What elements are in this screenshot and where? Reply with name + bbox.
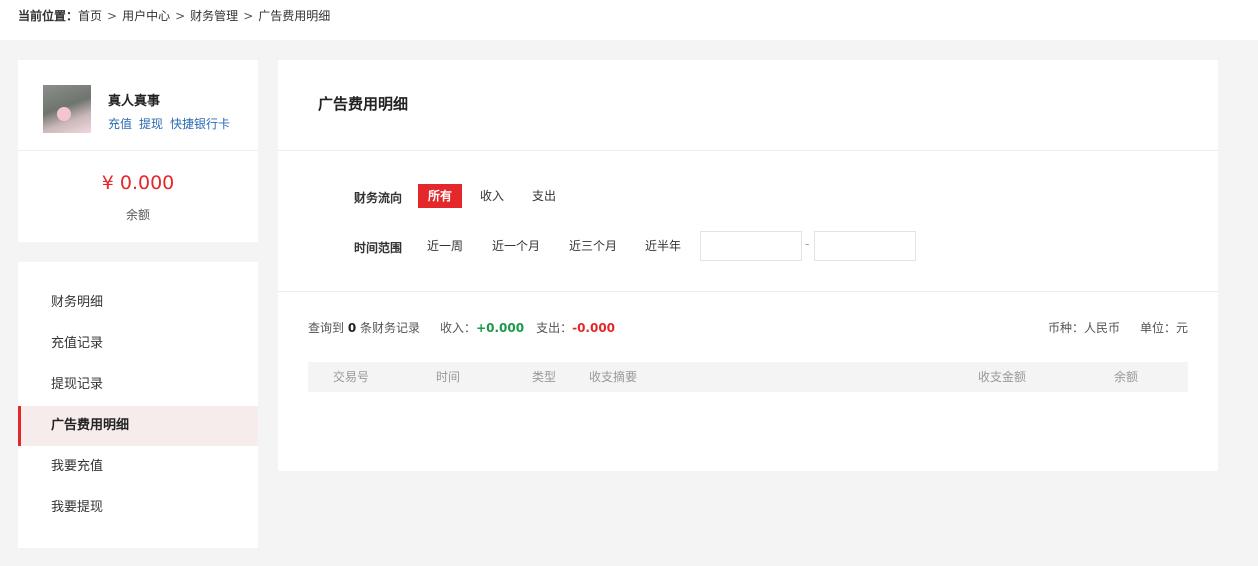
breadcrumb-separator: > bbox=[107, 9, 118, 23]
breadcrumb: 当前位置：首页 > 用户中心 > 财务管理 > 广告费用明细 bbox=[18, 7, 330, 24]
currency-label: 币种：人民币 bbox=[1047, 321, 1120, 335]
column-header-amount: 收支金额 bbox=[978, 370, 1027, 384]
balance-label: 余额 bbox=[125, 208, 150, 222]
summary-prefix: 查询到 bbox=[308, 321, 345, 335]
start-date-input[interactable] bbox=[700, 231, 802, 261]
divider bbox=[18, 150, 258, 151]
avatar[interactable] bbox=[43, 85, 91, 133]
sidebar-item-ad-fee-details[interactable]: 广告费用明细 bbox=[18, 406, 258, 446]
divider bbox=[278, 291, 1218, 292]
time-option-week[interactable]: 近一周 bbox=[421, 234, 469, 258]
sidebar-menu: 财务明细 充值记录 提现记录 广告费用明细 我要充值 我要提现 bbox=[18, 262, 258, 548]
income-label: 收入： bbox=[440, 321, 477, 335]
username: 真人真事 bbox=[108, 94, 161, 109]
column-header-balance: 余额 bbox=[1114, 370, 1139, 384]
records-summary: 查询到 0 条财务记录 收入：+0.000 支出：-0.000 bbox=[308, 319, 615, 336]
record-count: 0 bbox=[347, 321, 357, 335]
time-option-three-months[interactable]: 近三个月 bbox=[563, 234, 623, 258]
top-bar: 当前位置：首页 > 用户中心 > 财务管理 > 广告费用明细 bbox=[0, 0, 1258, 40]
breadcrumb-home[interactable]: 首页 bbox=[78, 9, 102, 23]
time-filter-label: 时间范围 bbox=[354, 241, 403, 255]
income-total: +0.000 bbox=[476, 321, 525, 335]
expense-total: -0.000 bbox=[572, 321, 616, 335]
unit-label: 单位：元 bbox=[1139, 321, 1188, 335]
currency-info: 币种：人民币 单位：元 bbox=[1048, 319, 1188, 336]
table-header: 交易号 时间 类型 收支摘要 收支金额 余额 bbox=[308, 362, 1188, 392]
breadcrumb-finance[interactable]: 财务管理 bbox=[190, 9, 238, 23]
breadcrumb-label: 当前位置： bbox=[18, 9, 79, 23]
flow-option-income[interactable]: 收入 bbox=[474, 184, 510, 208]
flow-option-all[interactable]: 所有 bbox=[418, 184, 462, 208]
column-header-type: 类型 bbox=[532, 370, 557, 384]
breadcrumb-separator: > bbox=[243, 9, 254, 23]
avatar-flower-icon bbox=[57, 107, 71, 121]
sidebar-item-withdraw-records[interactable]: 提现记录 bbox=[18, 365, 258, 405]
column-header-summary: 收支摘要 bbox=[589, 370, 638, 384]
breadcrumb-current: 广告费用明细 bbox=[258, 9, 331, 23]
user-card: 真人真事 充值 提现 快捷银行卡 ¥ 0.000 余额 bbox=[18, 60, 258, 242]
date-range-separator: - bbox=[805, 237, 810, 251]
withdraw-link[interactable]: 提现 bbox=[139, 117, 163, 131]
summary-count-suffix: 条财务记录 bbox=[360, 321, 421, 335]
time-option-half-year[interactable]: 近半年 bbox=[639, 234, 687, 258]
breadcrumb-user-center[interactable]: 用户中心 bbox=[122, 9, 170, 23]
bank-card-link[interactable]: 快捷银行卡 bbox=[170, 117, 230, 131]
page-title: 广告费用明细 bbox=[318, 95, 409, 113]
sidebar-item-recharge[interactable]: 我要充值 bbox=[18, 447, 258, 487]
sidebar-item-finance-details[interactable]: 财务明细 bbox=[18, 283, 258, 323]
recharge-link[interactable]: 充值 bbox=[108, 117, 132, 131]
sidebar-item-withdraw[interactable]: 我要提现 bbox=[18, 488, 258, 528]
column-header-time: 时间 bbox=[436, 370, 461, 384]
sidebar-item-recharge-records[interactable]: 充值记录 bbox=[18, 324, 258, 364]
balance-amount: ¥ 0.000 bbox=[101, 172, 175, 194]
end-date-input[interactable] bbox=[814, 231, 916, 261]
flow-option-expense[interactable]: 支出 bbox=[526, 184, 562, 208]
divider bbox=[278, 150, 1218, 151]
flow-filter-label: 财务流向 bbox=[354, 191, 403, 205]
breadcrumb-separator: > bbox=[175, 9, 186, 23]
column-header-transaction-id: 交易号 bbox=[333, 370, 370, 384]
expense-label: 支出： bbox=[536, 321, 573, 335]
time-option-month[interactable]: 近一个月 bbox=[486, 234, 546, 258]
user-links: 充值 提现 快捷银行卡 bbox=[108, 115, 237, 132]
main-panel: 广告费用明细 财务流向 所有 收入 支出 时间范围 近一周 近一个月 近三个月 … bbox=[278, 60, 1218, 471]
